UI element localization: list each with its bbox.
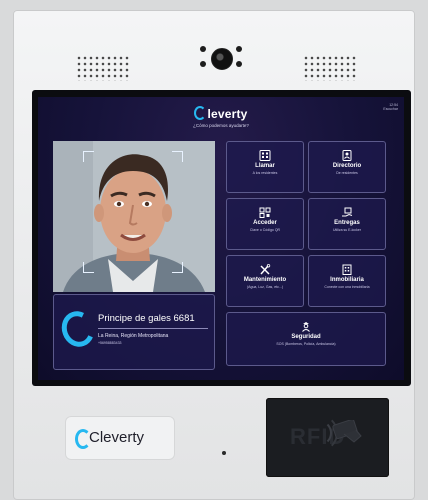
frame-corner	[83, 262, 94, 273]
tile-directorio[interactable]: Directorio De residentes	[308, 141, 386, 193]
rfid-reader[interactable]: RFID	[266, 398, 389, 477]
frame-corner	[172, 262, 183, 273]
tile-title: Mantenimiento	[243, 277, 287, 283]
tile-inmobiliaria[interactable]: Inmobiliaria Conecte con una inmobiliari…	[308, 255, 386, 307]
tile-subtitle: Conecte con una inmobiliaria	[324, 285, 370, 289]
speaker-grille-right	[303, 55, 357, 81]
address-name: Principe de gales 6681	[98, 313, 195, 324]
tile-subtitle: A los residentes	[252, 171, 278, 175]
tile-title: Llamar	[255, 163, 275, 169]
screen-logo: leverty	[38, 106, 404, 121]
tile-title: Directorio	[332, 163, 362, 169]
tile-subtitle: Clave o Código QR	[249, 228, 281, 232]
tile-llamar[interactable]: Llamar A los residentes	[226, 141, 304, 193]
tile-entregas[interactable]: Entregas Utiliza su E-locker	[308, 198, 386, 250]
divider	[98, 328, 208, 329]
camera-lens-icon	[211, 48, 233, 70]
tile-seguridad[interactable]: Seguridad SOS (Bomberos, Policía, Ambula…	[226, 312, 386, 366]
tools-icon	[260, 264, 271, 275]
camera-module	[198, 43, 244, 73]
cleverty-logo-plate: Cleverty	[65, 416, 175, 460]
indicator-dot	[200, 61, 206, 67]
indicator-dot	[200, 46, 206, 52]
microphone-icon	[222, 451, 226, 455]
brand-name: Cleverty	[89, 429, 145, 446]
screen-subtitle: ¿Cómo podemos ayudarte?	[193, 123, 249, 128]
phone-grid-icon	[259, 150, 271, 161]
cleverty-mark-icon	[194, 106, 207, 120]
contacts-book-icon	[342, 150, 352, 161]
cleverty-mark-icon	[56, 306, 100, 352]
status-indicator: 12:54 Escuchar	[383, 103, 398, 111]
tile-title: Seguridad	[291, 334, 321, 340]
tile-title: Inmobiliaria	[330, 277, 364, 283]
qr-key-icon	[259, 207, 271, 218]
tile-title: Acceder	[253, 220, 277, 226]
address-phone: +56958883433	[98, 341, 122, 345]
security-guard-icon	[302, 322, 310, 332]
address-card: Principe de gales 6681 La Reina, Región …	[53, 294, 215, 370]
tile-mantenimiento[interactable]: Mantenimiento (Agua, Luz, Gas, etc...)	[226, 255, 304, 307]
face-detection-frame	[83, 151, 183, 273]
tile-subtitle: (Agua, Luz, Gas, etc...)	[247, 285, 283, 289]
indicator-dot	[236, 61, 242, 67]
address-region: La Reina, Región Metropolitana	[98, 333, 169, 339]
building-icon	[342, 264, 352, 275]
tile-subtitle: De residentes	[336, 171, 358, 175]
tile-subtitle: SOS (Bomberos, Policía, Ambulancia)	[276, 342, 336, 346]
tile-title: Entregas	[334, 220, 360, 226]
speaker-grille-left	[76, 55, 130, 81]
card-tap-icon	[332, 420, 362, 443]
tile-acceder[interactable]: Acceder Clave o Código QR	[226, 198, 304, 250]
touch-screen: leverty ¿Cómo podemos ayudarte? 12:54 Es…	[38, 97, 404, 380]
frame-corner	[83, 151, 94, 162]
visitor-camera-feed	[53, 141, 215, 292]
package-hand-icon	[342, 207, 353, 217]
tile-subtitle: Utiliza su E-locker	[332, 228, 361, 232]
frame-corner	[172, 151, 183, 162]
status-label: Escuchar	[383, 107, 398, 111]
indicator-dot	[236, 46, 242, 52]
